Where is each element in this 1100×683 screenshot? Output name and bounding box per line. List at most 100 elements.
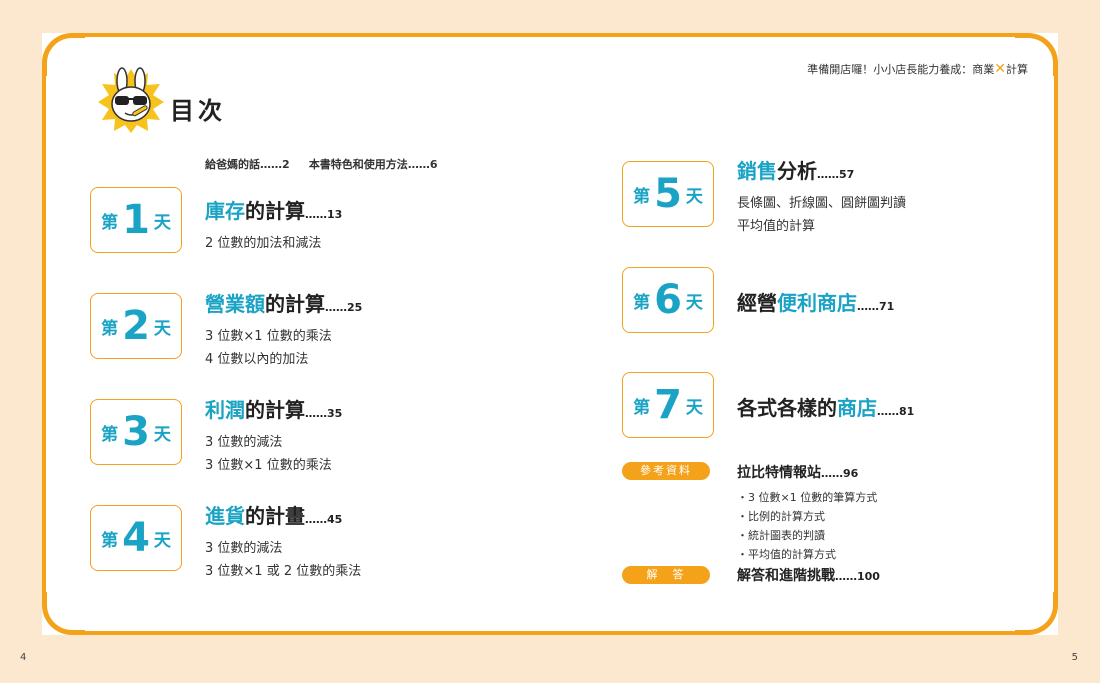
series-title: 準備開店囉！小小店長能力養成：商業✕計算: [807, 61, 1028, 77]
chapter-title: 的計算: [245, 199, 305, 223]
day-3-entry: 利潤的計算……35 3 位數的減法 3 位數×1 位數的乘法: [205, 394, 342, 477]
frame-corner: [42, 33, 85, 76]
reference-item: ・平均值的計算方式: [737, 548, 836, 561]
frame-left: [42, 67, 46, 601]
chapter-topic: 2 位數的加法和減法: [205, 236, 322, 251]
frame-top: [76, 33, 1024, 37]
chapter-title: 的計畫: [245, 504, 305, 528]
reference-item: ・3 位數×1 位數的筆算方式: [737, 491, 878, 504]
answers-page: 100: [857, 570, 880, 583]
day-number: 5: [654, 171, 682, 217]
answers-title: 解答和進階挑戰: [737, 568, 835, 584]
chapter-topic: 4 位數以內的加法: [205, 352, 309, 367]
day-number: 2: [122, 303, 150, 349]
day-4-entry: 進貨的計畫……45 3 位數的減法 3 位數×1 或 2 位數的乘法: [205, 500, 361, 583]
frame-right: [1054, 67, 1058, 601]
reference-item: ・統計圖表的判讀: [737, 529, 825, 542]
chapter-keyword: 商店: [837, 396, 877, 420]
day-7-entry: 各式各樣的商店……81: [737, 396, 915, 420]
intro-b-dots: ……: [407, 158, 430, 171]
chapter-topic: 3 位數的減法: [205, 541, 283, 556]
day-suffix: 天: [685, 186, 703, 207]
answers-tag: 解 答: [622, 566, 710, 584]
day-suffix: 天: [685, 292, 703, 313]
chapter-page: 13: [327, 208, 343, 221]
answers-entry: 解答和進階挑戰……100: [737, 568, 880, 584]
day-prefix: 第: [101, 424, 119, 445]
chapter-keyword: 便利商店: [777, 291, 857, 315]
chapter-title: 的計算: [245, 398, 305, 422]
page-title: 目次: [170, 97, 226, 125]
day-number: 4: [122, 515, 150, 561]
reference-title: 拉比特情報站: [737, 465, 821, 481]
day-6-badge: 第6天: [622, 267, 714, 333]
day-prefix: 第: [101, 318, 119, 339]
chapter-keyword: 進貨: [205, 504, 245, 528]
reference-tag: 參考資料: [622, 462, 710, 480]
day-suffix: 天: [153, 424, 171, 445]
chapter-keyword: 庫存: [205, 199, 245, 223]
chapter-page: 25: [347, 301, 363, 314]
day-prefix: 第: [101, 212, 119, 233]
contents-page: 準備開店囉！小小店長能力養成：商業✕計算 目次 給爸媽的話……2 本書特色和使用…: [42, 33, 1058, 635]
day-4-badge: 第4天: [90, 505, 182, 571]
day-number: 3: [122, 409, 150, 455]
day-number: 1: [122, 197, 150, 243]
chapter-title: 的計算: [265, 292, 325, 316]
cross-icon: ✕: [994, 61, 1006, 77]
day-prefix: 第: [101, 530, 119, 551]
day-1-badge: 第1天: [90, 187, 182, 253]
frame-corner: [42, 592, 85, 635]
chapter-topic: 平均值的計算: [737, 219, 816, 234]
chapter-title: 分析: [777, 159, 817, 183]
chapter-topic: 長條圖、折線圖、圓餅圖判讀: [737, 196, 907, 211]
reference-entry: 拉比特情報站……96 ・3 位數×1 位數的筆算方式 ・比例的計算方式 ・統計圖…: [737, 462, 877, 564]
frame-corner: [1015, 592, 1058, 635]
chapter-keyword: 銷售: [737, 159, 777, 183]
frame-bottom: [76, 631, 1024, 635]
day-6-entry: 經營便利商店……71: [737, 291, 895, 315]
day-suffix: 天: [153, 530, 171, 551]
chapter-lead: 各式各樣的: [737, 396, 837, 420]
chapter-page: 57: [839, 168, 855, 181]
chapter-keyword: 利潤: [205, 398, 245, 422]
day-2-badge: 第2天: [90, 293, 182, 359]
intro-line: 給爸媽的話……2 本書特色和使用方法……6: [205, 156, 437, 172]
page-number-left: 4: [20, 652, 27, 663]
day-2-entry: 營業額的計算……25 3 位數×1 位數的乘法 4 位數以內的加法: [205, 288, 362, 371]
day-suffix: 天: [685, 397, 703, 418]
reference-item: ・比例的計算方式: [737, 510, 825, 523]
day-prefix: 第: [633, 186, 651, 207]
day-3-badge: 第3天: [90, 399, 182, 465]
day-5-badge: 第5天: [622, 161, 714, 227]
day-prefix: 第: [633, 292, 651, 313]
chapter-keyword: 營業額: [205, 292, 265, 316]
intro-a-dots: ……: [260, 158, 282, 171]
page-number-right: 5: [1071, 652, 1078, 663]
chapter-lead: 經營: [737, 291, 777, 315]
rabbit-mascot-icon: [98, 67, 164, 133]
chapter-page: 71: [879, 300, 895, 313]
reference-page: 96: [843, 467, 859, 480]
day-1-entry: 庫存的計算……13 2 位數的加法和減法: [205, 195, 342, 255]
day-5-entry: 銷售分析……57 長條圖、折線圖、圓餅圖判讀 平均值的計算: [737, 155, 906, 238]
day-suffix: 天: [153, 212, 171, 233]
series-tail: 計算: [1006, 63, 1028, 76]
day-suffix: 天: [153, 318, 171, 339]
chapter-page: 35: [327, 407, 343, 420]
day-number: 6: [654, 277, 682, 323]
day-number: 7: [654, 382, 682, 428]
chapter-topic: 3 位數×1 位數的乘法: [205, 458, 332, 473]
day-prefix: 第: [633, 397, 651, 418]
chapter-topic: 3 位數×1 位數的乘法: [205, 329, 332, 344]
intro-b-page: 6: [429, 158, 438, 171]
day-7-badge: 第7天: [622, 372, 714, 438]
chapter-topic: 3 位數×1 或 2 位數的乘法: [205, 564, 362, 579]
chapter-page: 45: [327, 513, 343, 526]
intro-a-label: 給爸媽的話: [205, 158, 260, 171]
intro-b-label: 本書特色和使用方法: [308, 158, 408, 171]
chapter-topic: 3 位數的減法: [205, 435, 283, 450]
chapter-page: 81: [899, 405, 915, 418]
intro-a-page: 2: [282, 158, 290, 171]
series-text: 準備開店囉！小小店長能力養成：商業: [807, 63, 995, 76]
